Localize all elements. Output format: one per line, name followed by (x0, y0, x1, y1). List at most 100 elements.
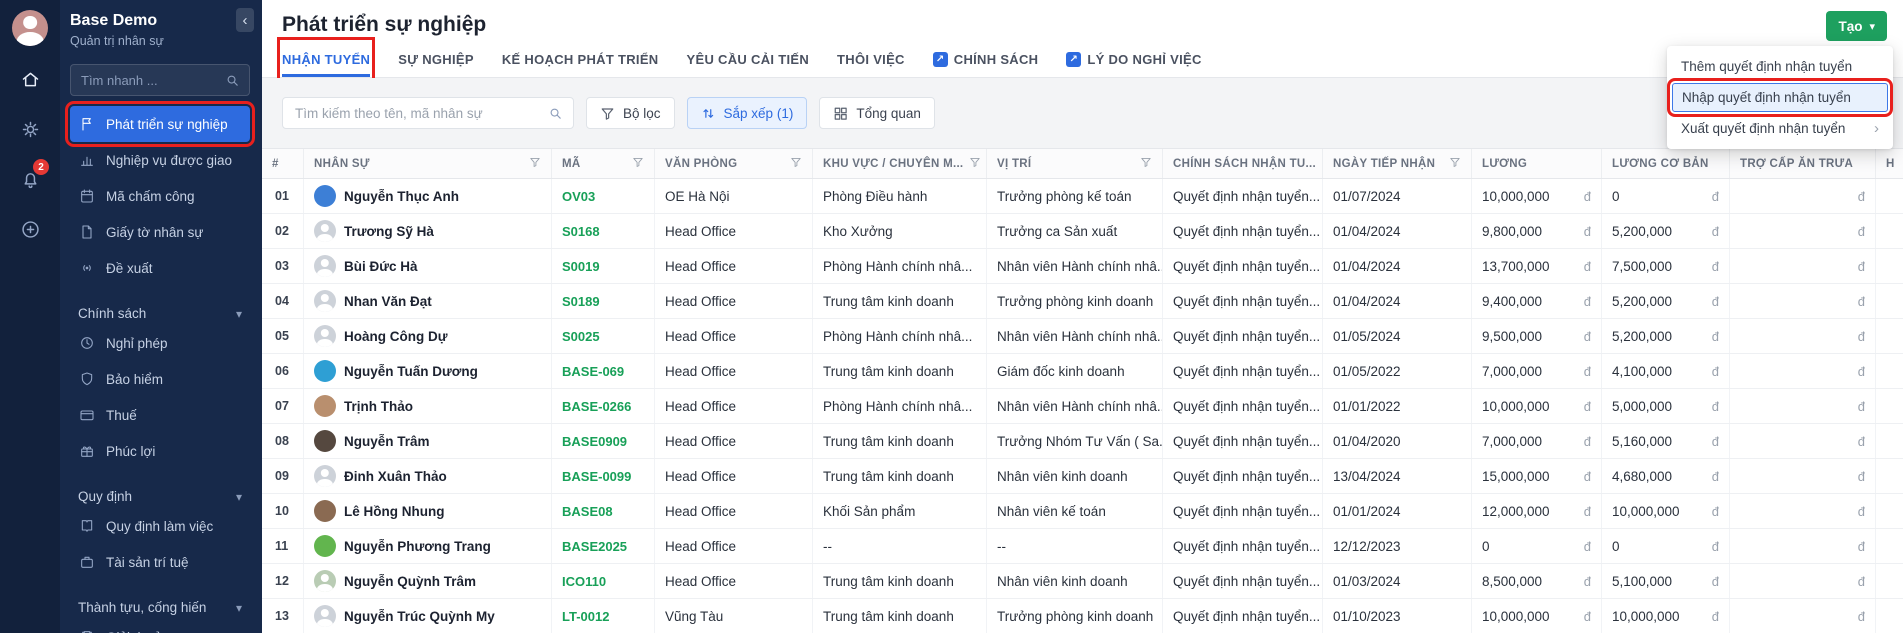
gear-icon[interactable] (8, 104, 52, 154)
employee-cell[interactable]: Nguyễn Trúc Quỳnh My (304, 599, 552, 633)
sidebar-item-thue[interactable]: Thuế (70, 397, 250, 433)
column-header[interactable]: LƯƠNG CƠ BẢN (1602, 149, 1730, 178)
filter-button[interactable]: Bộ lọc (586, 97, 675, 129)
employee-cell[interactable]: Hoàng Công Dự (304, 319, 552, 353)
column-header[interactable]: H (1876, 149, 1903, 178)
sidebar-search-input[interactable] (81, 72, 225, 88)
employee-cell[interactable]: Lê Hồng Nhung (304, 494, 552, 528)
sidebar-item-ma-cham-cong[interactable]: Mã chấm công (70, 178, 250, 214)
user-avatar[interactable] (12, 10, 48, 46)
row-index: 07 (262, 389, 304, 423)
row-index: 12 (262, 564, 304, 598)
sidebar-item-de-xuat[interactable]: Đề xuất (70, 250, 250, 286)
table-search-input[interactable] (295, 105, 548, 121)
sidebar-item-bao-hiem[interactable]: Bảo hiểm (70, 361, 250, 397)
column-header[interactable]: # (262, 149, 304, 178)
employee-cell[interactable]: Trịnh Thảo (304, 389, 552, 423)
sort-button[interactable]: Sắp xếp (1) (686, 97, 808, 129)
employee-avatar (314, 360, 336, 382)
table-row[interactable]: 11 Nguyễn Phương Trang BASE2025 Head Off… (262, 529, 1903, 564)
employee-cell[interactable]: Nguyễn Tuấn Dương (304, 354, 552, 388)
chevron-down-icon: ▾ (235, 306, 242, 321)
base-salary-value: 0 (1612, 188, 1620, 204)
tab-label: THÔI VIỆC (837, 52, 905, 67)
tab-ly-do-nghi-viec[interactable]: ↗ LÝ DO NGHỈ VIỆC (1066, 42, 1201, 77)
start-date-cell: 01/04/2024 (1323, 249, 1472, 283)
column-header[interactable]: VỊ TRÍ (987, 149, 1163, 178)
table-row[interactable]: 02 Trương Sỹ Hà S0168 Head Office Kho Xư… (262, 214, 1903, 249)
employee-cell[interactable]: Bùi Đức Hà (304, 249, 552, 283)
table-row[interactable]: 05 Hoàng Công Dự S0025 Head Office Phòng… (262, 319, 1903, 354)
column-header[interactable]: NHÂN SỰ (304, 149, 552, 178)
workspace-subtitle: Quản trị nhân sự (70, 34, 164, 48)
employee-cell[interactable]: Nguyễn Quỳnh Trâm (304, 564, 552, 598)
tab-thoi-viec[interactable]: THÔI VIỆC (837, 42, 905, 77)
overview-button[interactable]: Tổng quan (819, 97, 935, 129)
table-row[interactable]: 08 Nguyễn Trâm BASE0909 Head Office Trun… (262, 424, 1903, 459)
table-row[interactable]: 10 Lê Hồng Nhung BASE08 Head Office Khối… (262, 494, 1903, 529)
employee-cell[interactable]: Trương Sỹ Hà (304, 214, 552, 248)
menu-item-xuat-quyet-dinh-nhan-tuyen[interactable]: Xuất quyết định nhận tuyển › (1667, 113, 1893, 144)
home-icon[interactable] (8, 54, 52, 104)
filter-funnel-icon[interactable] (969, 156, 981, 171)
column-header[interactable]: NGÀY TIẾP NHẬN (1323, 149, 1472, 178)
bell-icon[interactable]: 2 (8, 154, 52, 204)
sidebar-section-thanh-tuu[interactable]: Thành tựu, cống hiến ▾ (70, 596, 250, 619)
table-row[interactable]: 04 Nhan Văn Đạt S0189 Head Office Trung … (262, 284, 1903, 319)
sidebar-collapse-button[interactable]: ‹ (236, 8, 254, 32)
column-header[interactable]: TRỢ CẤP ĂN TRƯA (1730, 149, 1876, 178)
menu-item-them-quyet-dinh-nhan-tuyen[interactable]: Thêm quyết định nhận tuyển (1667, 51, 1893, 82)
column-header[interactable]: KHU VỰC / CHUYÊN M... (813, 149, 987, 178)
table-row[interactable]: 07 Trịnh Thảo BASE-0266 Head Office Phòn… (262, 389, 1903, 424)
employee-cell[interactable]: Nguyễn Thục Anh (304, 179, 552, 213)
create-button[interactable]: Tạo ▾ (1826, 11, 1887, 41)
sidebar-item-tai-san-tri-tue[interactable]: Tài sản trí tuệ (70, 544, 250, 580)
tab-nhan-tuyen[interactable]: NHẬN TUYỂN (276, 37, 376, 82)
filter-funnel-icon[interactable] (632, 156, 644, 171)
row-index: 13 (262, 599, 304, 633)
table-row[interactable]: 03 Bùi Đức Hà S0019 Head Office Phòng Hà… (262, 249, 1903, 284)
sidebar-item-phat-trien-su-nghiep[interactable]: Phát triển sự nghiệp (65, 101, 255, 147)
tab-ke-hoach-phat-trien[interactable]: KẾ HOẠCH PHÁT TRIỂN (502, 42, 659, 77)
sidebar-item-phuc-loi[interactable]: Phúc lợi (70, 433, 250, 469)
sidebar-section-quy-dinh[interactable]: Quy định ▾ (70, 485, 250, 508)
sidebar-item-giay-to-nhan-su[interactable]: Giấy tờ nhân sự (70, 214, 250, 250)
column-header[interactable]: VĂN PHÒNG (655, 149, 813, 178)
employee-cell[interactable]: Nhan Văn Đạt (304, 284, 552, 318)
menu-item-nhap-quyet-dinh-nhan-tuyen[interactable]: Nhập quyết định nhận tuyển (1667, 78, 1893, 117)
table-row[interactable]: 09 Đinh Xuân Thảo BASE-0099 Head Office … (262, 459, 1903, 494)
table-row[interactable]: 01 Nguyễn Thục Anh OV03 OE Hà Nội Phòng … (262, 179, 1903, 214)
sidebar-item-nghi-phep[interactable]: Nghỉ phép (70, 325, 250, 361)
filter-funnel-icon[interactable] (790, 156, 802, 171)
column-header[interactable]: LƯƠNG (1472, 149, 1602, 178)
table-row[interactable]: 13 Nguyễn Trúc Quỳnh My LT-0012 Vũng Tàu… (262, 599, 1903, 633)
currency-symbol: đ (1583, 433, 1591, 449)
column-header[interactable]: MÃ (552, 149, 655, 178)
filter-funnel-icon[interactable] (529, 156, 541, 171)
employee-cell[interactable]: Nguyễn Trâm (304, 424, 552, 458)
table-row[interactable]: 12 Nguyễn Quỳnh Trâm ICO110 Head Office … (262, 564, 1903, 599)
salary-value: 9,400,000 (1482, 293, 1543, 309)
employee-cell[interactable]: Đinh Xuân Thảo (304, 459, 552, 493)
sidebar-section-chinh-sach[interactable]: Chính sách ▾ (70, 302, 250, 325)
sidebar-item-giai-thuong[interactable]: Giải thưởng (70, 619, 250, 633)
cutoff-cell (1876, 179, 1903, 213)
table-row[interactable]: 06 Nguyễn Tuấn Dương BASE-069 Head Offic… (262, 354, 1903, 389)
tab-su-nghiep[interactable]: SỰ NGHIỆP (398, 42, 474, 77)
filter-funnel-icon[interactable] (1140, 156, 1152, 171)
tab-chinh-sach[interactable]: ↗ CHÍNH SÁCH (932, 42, 1039, 77)
tab-yeu-cau-cai-tien[interactable]: YÊU CẦU CẢI TIẾN (687, 42, 810, 77)
column-header[interactable]: CHÍNH SÁCH NHẬN TU... (1163, 149, 1323, 178)
row-index: 01 (262, 179, 304, 213)
lunch-allowance-cell: đ (1730, 354, 1876, 388)
sidebar-item-quy-dinh-lam-viec[interactable]: Quy định làm việc (70, 508, 250, 544)
plus-icon[interactable] (8, 204, 52, 254)
currency-symbol: đ (1711, 363, 1719, 379)
area-cell: Trung tâm kinh doanh (813, 354, 987, 388)
employee-cell[interactable]: Nguyễn Phương Trang (304, 529, 552, 563)
filter-funnel-icon[interactable] (1449, 156, 1461, 171)
lunch-allowance-cell: đ (1730, 319, 1876, 353)
sort-button-label: Sắp xếp (1) (723, 105, 794, 121)
currency-symbol: đ (1711, 398, 1719, 414)
sidebar-item-nghiep-vu-duoc-giao[interactable]: Nghiệp vụ được giao (70, 142, 250, 178)
